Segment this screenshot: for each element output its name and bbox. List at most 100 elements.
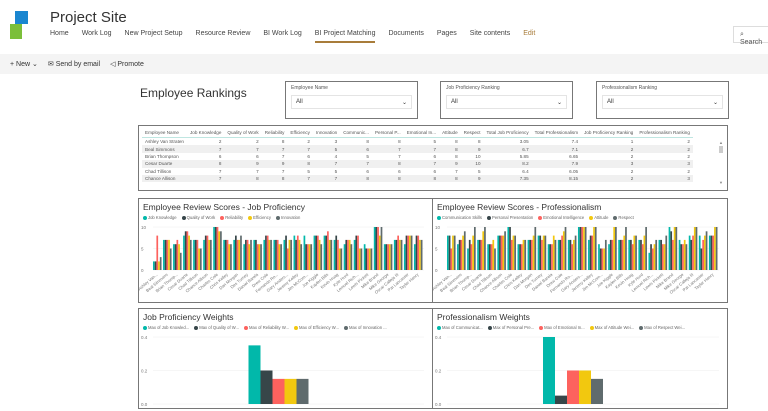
bar[interactable]	[206, 235, 209, 270]
bar[interactable]	[355, 235, 358, 270]
bar[interactable]	[584, 227, 587, 270]
bar[interactable]	[303, 235, 306, 270]
bar[interactable]	[363, 244, 366, 270]
bar[interactable]	[510, 239, 513, 270]
bar[interactable]	[358, 248, 361, 271]
bar[interactable]	[514, 235, 517, 270]
bar[interactable]	[555, 395, 567, 404]
bar[interactable]	[702, 239, 704, 270]
bar[interactable]	[690, 239, 693, 270]
bar[interactable]	[520, 244, 523, 270]
bar[interactable]	[645, 227, 647, 270]
bar[interactable]	[400, 239, 403, 270]
bar[interactable]	[680, 244, 683, 270]
bar[interactable]	[370, 248, 373, 271]
bar[interactable]	[577, 227, 580, 270]
bar[interactable]	[601, 248, 604, 271]
column-header[interactable]: Total Professionalism	[531, 128, 582, 138]
bar[interactable]	[168, 239, 170, 270]
bar[interactable]	[226, 239, 229, 270]
site-title[interactable]: Project Site	[50, 9, 127, 26]
bar[interactable]	[554, 239, 557, 270]
bar[interactable]	[337, 239, 339, 270]
bar[interactable]	[529, 239, 532, 270]
bar[interactable]	[323, 235, 326, 270]
bar[interactable]	[608, 244, 610, 270]
bar[interactable]	[295, 239, 297, 270]
bar[interactable]	[635, 235, 637, 270]
bar[interactable]	[633, 235, 636, 270]
bar[interactable]	[460, 239, 463, 270]
bar[interactable]	[453, 235, 456, 270]
column-header[interactable]: Respect	[460, 128, 484, 138]
bar[interactable]	[310, 244, 313, 270]
bar[interactable]	[470, 244, 473, 270]
bar[interactable]	[552, 235, 555, 270]
bar[interactable]	[500, 235, 503, 270]
bar[interactable]	[357, 235, 359, 270]
bar[interactable]	[265, 235, 267, 270]
bar[interactable]	[250, 239, 252, 270]
bar[interactable]	[415, 235, 418, 270]
column-header[interactable]: Innovation	[312, 128, 341, 138]
send-email-button[interactable]: ✉ Send by email	[48, 60, 100, 68]
bar[interactable]	[383, 244, 386, 270]
job-proficiency-ranking-dropdown[interactable]: All ⌄	[446, 95, 567, 109]
column-header[interactable]: Reliability	[261, 128, 288, 138]
bar[interactable]	[288, 239, 291, 270]
bar[interactable]	[395, 239, 398, 270]
table-row[interactable]: Cesar Duarte 8 9 9 8 7 7 8 7 9 10 8.2 7.9 3 3	[142, 160, 693, 168]
bar[interactable]	[579, 370, 591, 405]
column-header[interactable]: Total Job Proficiency	[483, 128, 532, 138]
bar[interactable]	[567, 239, 570, 270]
bar[interactable]	[562, 231, 565, 270]
bar[interactable]	[345, 239, 348, 270]
bar[interactable]	[276, 239, 279, 270]
bar[interactable]	[188, 235, 190, 270]
bar[interactable]	[214, 227, 217, 270]
bar[interactable]	[308, 244, 311, 270]
bar[interactable]	[591, 235, 594, 270]
bar[interactable]	[663, 244, 666, 270]
bar[interactable]	[604, 239, 607, 270]
bar[interactable]	[482, 231, 485, 270]
bar[interactable]	[537, 235, 540, 270]
bar[interactable]	[532, 235, 535, 270]
bar[interactable]	[367, 248, 369, 271]
bar[interactable]	[340, 248, 343, 271]
bar[interactable]	[573, 239, 575, 270]
column-header[interactable]: Personal P...	[371, 128, 404, 138]
column-header[interactable]: Communic...	[340, 128, 372, 138]
bar[interactable]	[223, 239, 225, 270]
bar[interactable]	[280, 244, 282, 270]
bar[interactable]	[447, 235, 449, 270]
bar[interactable]	[593, 227, 595, 270]
bar[interactable]	[228, 244, 231, 270]
bar[interactable]	[643, 235, 646, 270]
bar[interactable]	[494, 248, 496, 271]
bar[interactable]	[409, 235, 411, 270]
bar[interactable]	[714, 227, 716, 270]
nav-new-project-setup[interactable]: New Project Setup	[125, 30, 183, 43]
bar[interactable]	[224, 239, 227, 270]
legend-item[interactable]: Job Knowledge	[143, 215, 177, 220]
bar[interactable]	[655, 239, 658, 270]
column-header[interactable]: Job Proficiency Ranking	[581, 128, 637, 138]
bar[interactable]	[343, 244, 346, 270]
bar[interactable]	[715, 227, 718, 270]
bar[interactable]	[186, 231, 189, 270]
professionalism-ranking-dropdown[interactable]: All ⌄	[602, 95, 723, 109]
bar[interactable]	[196, 239, 199, 270]
bar[interactable]	[210, 239, 212, 270]
bar[interactable]	[452, 235, 454, 270]
bar[interactable]	[463, 231, 466, 270]
bar[interactable]	[378, 235, 381, 270]
legend-item[interactable]: Attitude	[589, 215, 608, 220]
bar[interactable]	[547, 244, 550, 270]
bar[interactable]	[630, 239, 632, 270]
nav-site-contents[interactable]: Site contents	[470, 30, 510, 43]
bar[interactable]	[682, 244, 684, 270]
bar[interactable]	[283, 239, 286, 270]
nav-pages[interactable]: Pages	[437, 30, 457, 43]
bar[interactable]	[360, 248, 363, 271]
